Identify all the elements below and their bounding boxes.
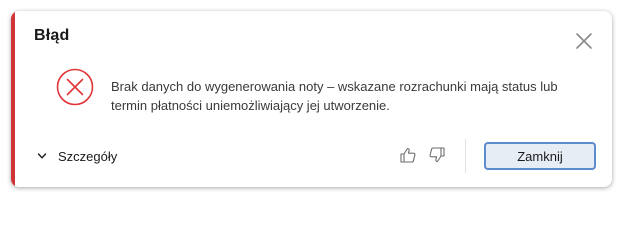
chevron-down-icon	[37, 153, 47, 159]
details-toggle[interactable]: Szczegóły	[37, 146, 117, 166]
details-label: Szczegóły	[58, 148, 118, 164]
error-message: Brak danych do wygenerowania noty – wska…	[111, 79, 558, 113]
feedback-negative-button[interactable]	[428, 146, 446, 164]
close-icon	[576, 33, 592, 49]
close-dialog-button[interactable]: Zamknij	[484, 142, 596, 170]
error-accent-bar	[11, 11, 15, 187]
feedback-positive-button[interactable]	[399, 146, 417, 164]
dialog-title: Błąd	[34, 27, 70, 44]
error-circle-x-icon	[56, 68, 94, 106]
thumbs-down-icon	[429, 147, 445, 163]
footer-separator	[465, 139, 466, 173]
thumbs-up-icon	[400, 147, 416, 163]
close-button[interactable]	[574, 31, 594, 51]
error-dialog: Błąd Brak danych do wygenerowania noty –…	[11, 11, 612, 187]
